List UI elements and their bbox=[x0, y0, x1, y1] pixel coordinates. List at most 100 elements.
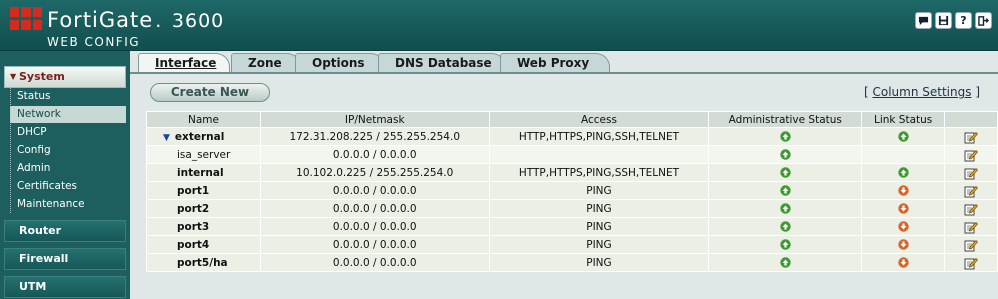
menu-firewall[interactable]: Firewall bbox=[4, 248, 126, 270]
admin-status-up-icon bbox=[780, 221, 791, 232]
column-settings-link[interactable]: Column Settings bbox=[872, 85, 971, 99]
cell-ip-netmask: 0.0.0.0 / 0.0.0.0 bbox=[259, 145, 490, 164]
header-toolbar: ? bbox=[915, 12, 992, 29]
edit-icon[interactable] bbox=[964, 184, 979, 198]
tab-zone[interactable]: Zone bbox=[231, 53, 301, 73]
link-status-down-icon bbox=[897, 185, 909, 196]
cell-actions bbox=[944, 235, 998, 254]
table-row[interactable]: port1 0.0.0.0 / 0.0.0.0 PING bbox=[146, 181, 998, 200]
sidebar-item-dhcp[interactable]: DHCP bbox=[10, 124, 126, 141]
cell-link-status bbox=[861, 181, 946, 200]
model-number: 3600 bbox=[171, 10, 225, 32]
interface-name: port1 bbox=[177, 184, 210, 197]
col-header-access: Access bbox=[488, 111, 710, 128]
brand-name: FortiGate bbox=[47, 8, 154, 32]
edit-icon[interactable] bbox=[964, 220, 979, 234]
edit-icon[interactable] bbox=[964, 166, 979, 180]
cell-name: port4 bbox=[146, 235, 261, 254]
sidebar: ▼ System Status Network DHCP Config Admi… bbox=[0, 51, 130, 299]
cell-name: port3 bbox=[146, 217, 261, 236]
cell-actions bbox=[944, 163, 998, 182]
menu-label: Firewall bbox=[19, 252, 69, 265]
cell-admin-status bbox=[708, 163, 863, 182]
col-header-ip-netmask: IP/Netmask bbox=[259, 111, 490, 128]
cell-access: PING bbox=[488, 253, 710, 272]
cell-ip-netmask: 0.0.0.0 / 0.0.0.0 bbox=[259, 199, 490, 218]
table-row[interactable]: port3 0.0.0.0 / 0.0.0.0 PING bbox=[146, 217, 998, 236]
sidebar-item-config[interactable]: Config bbox=[10, 142, 126, 159]
cell-name: ▼ external bbox=[146, 127, 261, 146]
cell-link-status bbox=[861, 199, 946, 218]
chat-icon[interactable] bbox=[915, 12, 932, 29]
cell-access: PING bbox=[488, 235, 710, 254]
interface-name: port5/ha bbox=[177, 256, 228, 269]
tab-dns-database[interactable]: DNS Database bbox=[378, 53, 506, 73]
product-title: FortiGate. 3600 bbox=[47, 8, 225, 32]
table-row[interactable]: isa_server 0.0.0.0 / 0.0.0.0 bbox=[146, 145, 998, 164]
cell-link-status bbox=[861, 253, 946, 272]
fortinet-logo-icon bbox=[10, 7, 42, 30]
cell-admin-status bbox=[708, 199, 863, 218]
bracket-open: [ bbox=[863, 85, 869, 99]
admin-status-up-icon bbox=[780, 257, 791, 268]
logout-icon[interactable] bbox=[975, 12, 992, 29]
edit-icon[interactable] bbox=[964, 130, 979, 144]
cell-admin-status bbox=[708, 217, 863, 236]
cell-access: HTTP,HTTPS,PING,SSH,TELNET bbox=[488, 163, 710, 182]
table-row[interactable]: port5/ha 0.0.0.0 / 0.0.0.0 PING bbox=[146, 253, 998, 272]
tab-interface[interactable]: Interface bbox=[138, 53, 230, 73]
edit-icon[interactable] bbox=[964, 238, 979, 252]
tab-web-proxy[interactable]: Web Proxy bbox=[500, 53, 610, 73]
table-row[interactable]: port4 0.0.0.0 / 0.0.0.0 PING bbox=[146, 235, 998, 254]
admin-status-up-icon bbox=[780, 185, 791, 196]
cell-ip-netmask: 0.0.0.0 / 0.0.0.0 bbox=[259, 235, 490, 254]
admin-status-up-icon bbox=[780, 167, 791, 178]
app-header: FortiGate. 3600 WEB CONFIG ? bbox=[0, 0, 998, 51]
main-content: Create New [ Column Settings ] Name IP/N… bbox=[130, 74, 998, 299]
cell-actions bbox=[944, 181, 998, 200]
cell-link-status bbox=[861, 217, 946, 236]
sidebar-item-admin[interactable]: Admin bbox=[10, 160, 126, 177]
table-row[interactable]: internal 10.102.0.225 / 255.255.254.0 HTTP… bbox=[146, 163, 998, 182]
help-icon[interactable]: ? bbox=[955, 12, 972, 29]
interface-name: external bbox=[174, 130, 225, 143]
menu-utm[interactable]: UTM bbox=[4, 276, 126, 298]
edit-icon[interactable] bbox=[964, 202, 979, 216]
cell-ip-netmask: 172.31.208.225 / 255.255.254.0 bbox=[259, 127, 490, 146]
cell-link-status bbox=[861, 145, 946, 164]
collapse-caret-icon[interactable]: ▼ bbox=[163, 133, 170, 143]
cell-access: PING bbox=[488, 199, 710, 218]
cell-access: HTTP,HTTPS,PING,SSH,TELNET bbox=[488, 127, 710, 146]
table-row[interactable]: ▼ external 172.31.208.225 / 255.255.254.0 H… bbox=[146, 127, 998, 146]
cell-ip-netmask: 0.0.0.0 / 0.0.0.0 bbox=[259, 253, 490, 272]
cell-link-status bbox=[861, 127, 946, 146]
link-status-up-icon bbox=[897, 131, 909, 142]
tab-options[interactable]: Options bbox=[295, 53, 385, 73]
admin-status-up-icon bbox=[780, 203, 791, 214]
interface-name: port4 bbox=[177, 238, 210, 251]
interface-name: isa_server bbox=[177, 148, 231, 161]
save-icon[interactable] bbox=[935, 12, 952, 29]
interface-name: port3 bbox=[177, 220, 210, 233]
system-submenu: Status Network DHCP Config Admin Certifi… bbox=[10, 88, 126, 214]
tab-bar: Interface Zone Options DNS Database Web … bbox=[130, 51, 998, 73]
menu-router[interactable]: Router bbox=[4, 220, 126, 242]
menu-system[interactable]: ▼ System bbox=[4, 66, 126, 88]
cell-name: internal bbox=[146, 163, 261, 182]
column-settings-control: [ Column Settings ] bbox=[864, 85, 980, 99]
link-status-down-icon bbox=[897, 203, 909, 214]
interface-table: Name IP/Netmask Access Administrative St… bbox=[146, 111, 998, 272]
cell-actions bbox=[944, 217, 998, 236]
sidebar-item-network[interactable]: Network bbox=[10, 106, 126, 123]
cell-ip-netmask: 0.0.0.0 / 0.0.0.0 bbox=[259, 217, 490, 236]
edit-icon[interactable] bbox=[964, 256, 979, 270]
edit-icon[interactable] bbox=[964, 148, 979, 162]
sidebar-item-certificates[interactable]: Certificates bbox=[10, 178, 126, 195]
menu-label: System bbox=[19, 70, 65, 83]
table-row[interactable]: port2 0.0.0.0 / 0.0.0.0 PING bbox=[146, 199, 998, 218]
sidebar-item-maintenance[interactable]: Maintenance bbox=[10, 196, 126, 213]
sidebar-item-status[interactable]: Status bbox=[10, 88, 126, 105]
admin-status-up-icon bbox=[780, 131, 791, 142]
cell-ip-netmask: 10.102.0.225 / 255.255.254.0 bbox=[259, 163, 490, 182]
create-new-button[interactable]: Create New bbox=[150, 83, 270, 102]
